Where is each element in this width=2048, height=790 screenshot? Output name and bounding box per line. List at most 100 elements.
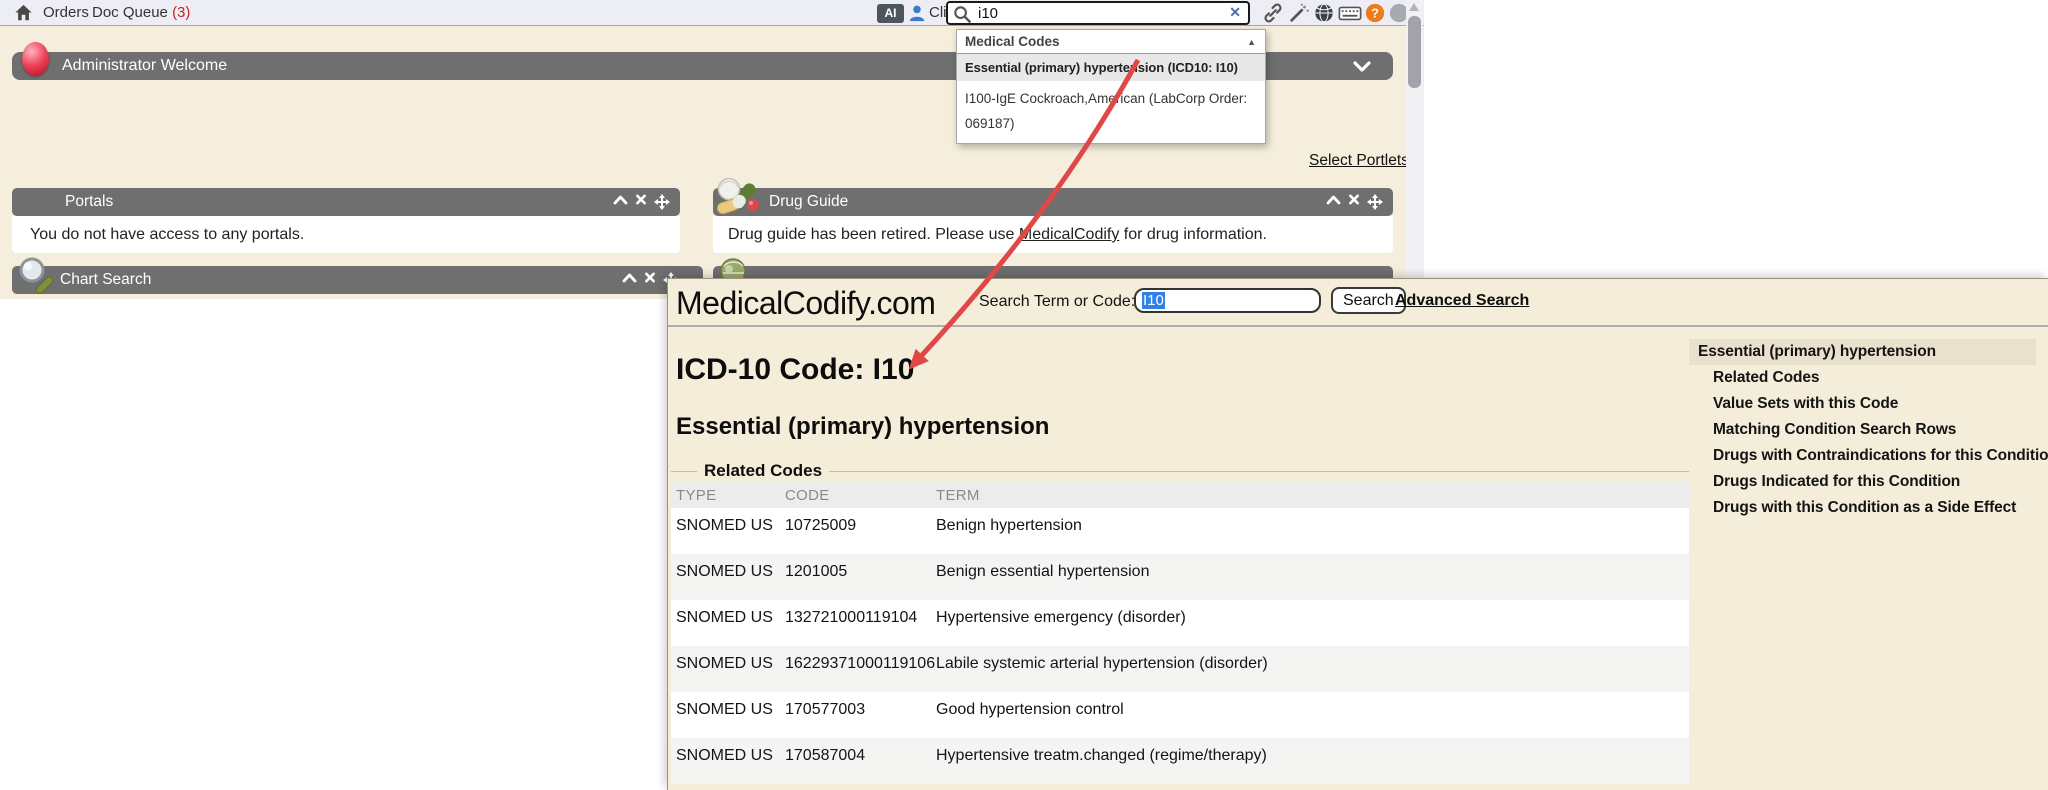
search-results-dropdown: Medical Codes ▲ Essential (primary) hype… [956,29,1266,144]
dropdown-result-hypertension[interactable]: Essential (primary) hypertension (ICD10:… [957,54,1265,81]
chart-search-body [0,299,667,790]
collapse-icon[interactable] [1326,194,1341,205]
doc-queue-link[interactable]: Doc Queue (3) [92,0,190,26]
collapse-icon[interactable] [622,272,637,283]
home-icon[interactable] [14,4,33,27]
icd10-code-heading: ICD-10 Code: I10 [676,353,914,387]
sidebar-item-condition[interactable]: Essential (primary) hypertension [1689,339,2036,365]
portals-body: You do not have access to any portals. [12,216,680,253]
cell-type: SNOMED US [671,646,780,692]
chevron-down-icon[interactable] [1353,60,1371,78]
link-icon[interactable] [1262,2,1284,24]
close-icon[interactable] [644,272,656,283]
doc-queue-count: (3) [172,4,190,21]
drug-guide-title: Drug Guide [769,188,848,216]
move-icon[interactable] [1367,194,1383,210]
codify-search-value: I10 [1142,292,1165,309]
cell-type: SNOMED US [671,554,780,600]
move-icon[interactable] [654,194,670,210]
medicalcodify-link[interactable]: MedicalCodify [1019,226,1119,243]
doc-queue-label: Doc Queue [92,4,168,21]
table-row: SNOMED US 132721000119104 Hypertensive e… [671,600,1689,646]
sidebar-item-related-codes[interactable]: Related Codes [1689,365,2048,391]
related-codes-section: Related Codes [671,461,1689,481]
chart-search-title: Chart Search [60,266,151,294]
svg-text:?: ? [1371,6,1379,21]
screen: Orders Doc Queue (3) AI Clin i10 ✕ ? [0,0,2048,790]
cell-type: SNOMED US [671,600,780,646]
cell-code: 170587004 [780,738,931,784]
medicalcodify-window: MedicalCodify.com Search Term or Code: I… [667,278,2048,790]
select-portlets-link[interactable]: Select Portlets [1309,152,1409,170]
vertical-scrollbar[interactable] [1406,0,1423,280]
table-row: SNOMED US 1201005 Benign essential hyper… [671,554,1689,600]
table-row: SNOMED US 170587004 Hypertensive treatm.… [671,738,1689,784]
help-icon[interactable]: ? [1364,2,1386,24]
cell-code: 170577003 [780,692,931,738]
clear-icon[interactable]: ✕ [1229,4,1241,21]
related-codes-table: TYPE CODE TERM SNOMED US 10725009 Benign… [671,482,1689,784]
col-header-code: CODE [780,482,931,508]
portals-body-text: You do not have access to any portals. [30,226,304,243]
medicalcodify-topbar: MedicalCodify.com Search Term or Code: I… [668,279,2048,327]
admin-welcome-title: Administrator Welcome [62,52,227,80]
global-search-box[interactable]: i10 ✕ [946,1,1250,25]
search-input-value[interactable]: i10 [978,4,998,23]
cell-term: Hypertensive emergency (disorder) [931,600,1689,646]
table-row: SNOMED US 170577003 Good hypertension co… [671,692,1689,738]
codify-search-input[interactable]: I10 [1134,288,1321,313]
col-header-term: TERM [931,482,1689,508]
cell-term: Benign essential hypertension [931,554,1689,600]
portlet-header-portals: Portals [12,188,680,216]
cell-code: 16229371000119106 [780,646,931,692]
balloon-icon [22,42,49,76]
wand-icon[interactable] [1288,2,1310,24]
cell-term: Hypertensive treatm.changed (regime/ther… [931,738,1689,784]
collapse-up-icon[interactable]: ▲ [1247,30,1256,54]
portlet-header-drug-guide: Drug Guide [713,188,1393,216]
divider [829,471,1689,472]
scroll-up-icon[interactable] [1409,3,1419,11]
scrollbar-thumb[interactable] [1408,16,1421,88]
drug-guide-text-suffix: for drug information. [1119,226,1267,243]
dropdown-group-header[interactable]: Medical Codes ▲ [957,30,1265,54]
cell-term: Good hypertension control [931,692,1689,738]
cell-code: 10725009 [780,508,931,554]
person-icon[interactable] [908,4,926,27]
cell-type: SNOMED US [671,738,780,784]
keyboard-icon[interactable] [1338,2,1360,24]
cell-type: SNOMED US [671,692,780,738]
table-header-row: TYPE CODE TERM [671,482,1689,508]
dropdown-result-ige-cockroach[interactable]: I100-IgE Cockroach,American (LabCorp Ord… [957,81,1265,143]
top-toolbar: Orders Doc Queue (3) AI Clin i10 ✕ ? [0,0,1424,26]
globe-icon[interactable] [1313,2,1335,24]
dropdown-group-label: Medical Codes [965,34,1060,49]
divider [671,471,697,472]
codify-search-label: Search Term or Code: [979,293,1135,311]
search-icon [953,5,972,29]
cell-code: 1201005 [780,554,931,600]
portlet-header-chart-search: Chart Search [12,266,703,294]
cell-type: SNOMED US [671,508,780,554]
ai-badge[interactable]: AI [877,4,904,23]
codify-nav-sidebar: Essential (primary) hypertension Related… [1689,327,2048,790]
empty-region [1424,0,2048,279]
sidebar-item-matching-condition[interactable]: Matching Condition Search Rows [1689,417,2048,443]
close-icon[interactable] [1348,194,1360,205]
table-row: SNOMED US 10725009 Benign hypertension [671,508,1689,554]
advanced-search-link[interactable]: Advanced Search [1395,292,1529,310]
sidebar-item-indicated[interactable]: Drugs Indicated for this Condition [1689,469,2048,495]
orders-link[interactable]: Orders [43,0,89,26]
medicalcodify-logo[interactable]: MedicalCodify.com [676,285,935,322]
sidebar-item-value-sets[interactable]: Value Sets with this Code [1689,391,2048,417]
table-row: SNOMED US 16229371000119106 Labile syste… [671,646,1689,692]
cell-term: Benign hypertension [931,508,1689,554]
sidebar-item-side-effect[interactable]: Drugs with this Condition as a Side Effe… [1689,495,2048,521]
collapse-icon[interactable] [613,194,628,205]
sidebar-item-contraindications[interactable]: Drugs with Contraindications for this Co… [1689,443,2048,469]
drug-guide-text: Drug guide has been retired. Please use [728,226,1019,243]
close-icon[interactable] [635,194,647,205]
cell-code: 132721000119104 [780,600,931,646]
related-codes-title: Related Codes [697,461,829,481]
col-header-type: TYPE [671,482,780,508]
